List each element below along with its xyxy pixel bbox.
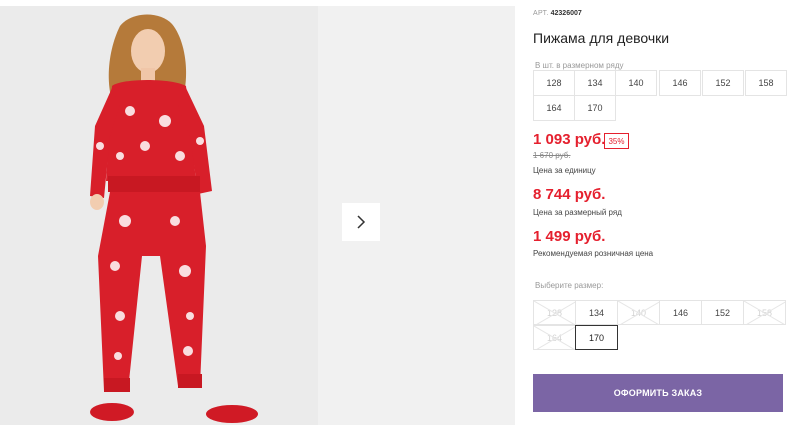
unit-price: 1 093 руб. — [533, 131, 606, 148]
sku-value: 42326007 — [550, 10, 582, 17]
size-range-cell: 158 — [745, 70, 787, 96]
product-photo-illustration — [0, 6, 318, 425]
cross-out-icon — [534, 326, 575, 349]
size-range-cell: 140 — [615, 70, 657, 96]
gallery-next-button[interactable] — [342, 203, 380, 241]
sku: АРТ. 42326007 — [533, 10, 582, 17]
size-option-unavailable: 140 — [617, 300, 660, 325]
product-gallery — [0, 6, 515, 425]
size-option-label: 146 — [672, 307, 689, 318]
size-range-cell: 152 — [702, 70, 744, 96]
size-option-selected[interactable]: 170 — [575, 325, 618, 350]
retail-price: 1 499 руб. — [533, 228, 606, 245]
range-price-label: Цена за размерный ряд — [533, 208, 622, 217]
size-range-cell: 134 — [574, 70, 616, 96]
choose-size-label: Выберите размер: — [535, 281, 604, 290]
unit-price-label: Цена за единицу — [533, 166, 596, 175]
size-option[interactable]: 152 — [701, 300, 744, 325]
discount-badge: 35% — [604, 133, 629, 149]
product-title: Пижама для девочки — [533, 30, 670, 46]
size-option-label: 170 — [588, 332, 605, 343]
cross-out-icon — [618, 301, 659, 324]
old-price: 1 670 руб. — [533, 151, 571, 160]
size-option[interactable]: 134 — [575, 300, 618, 325]
cross-out-icon — [534, 301, 575, 324]
size-option[interactable]: 146 — [659, 300, 702, 325]
size-range-cell: 170 — [574, 95, 616, 121]
chevron-right-icon — [357, 215, 366, 229]
size-option-unavailable: 164 — [533, 325, 576, 350]
retail-price-label: Рекомендуемая розничная цена — [533, 249, 654, 258]
size-range-cell: 164 — [533, 95, 575, 121]
size-range-label: В шт. в размерном ряду — [535, 61, 624, 70]
size-option-unavailable: 158 — [743, 300, 786, 325]
cross-out-icon — [744, 301, 785, 324]
place-order-button[interactable]: ОФОРМИТЬ ЗАКАЗ — [533, 374, 783, 412]
size-option-label: 134 — [588, 307, 605, 318]
size-option-unavailable: 128 — [533, 300, 576, 325]
product-photo[interactable] — [0, 6, 318, 425]
range-price: 8 744 руб. — [533, 186, 606, 203]
size-range-cell: 128 — [533, 70, 575, 96]
size-range-cell: 146 — [659, 70, 701, 96]
size-option-label: 152 — [714, 307, 731, 318]
product-info: АРТ. 42326007 Пижама для девочки В шт. в… — [533, 0, 793, 425]
sku-label: АРТ. — [533, 10, 549, 17]
